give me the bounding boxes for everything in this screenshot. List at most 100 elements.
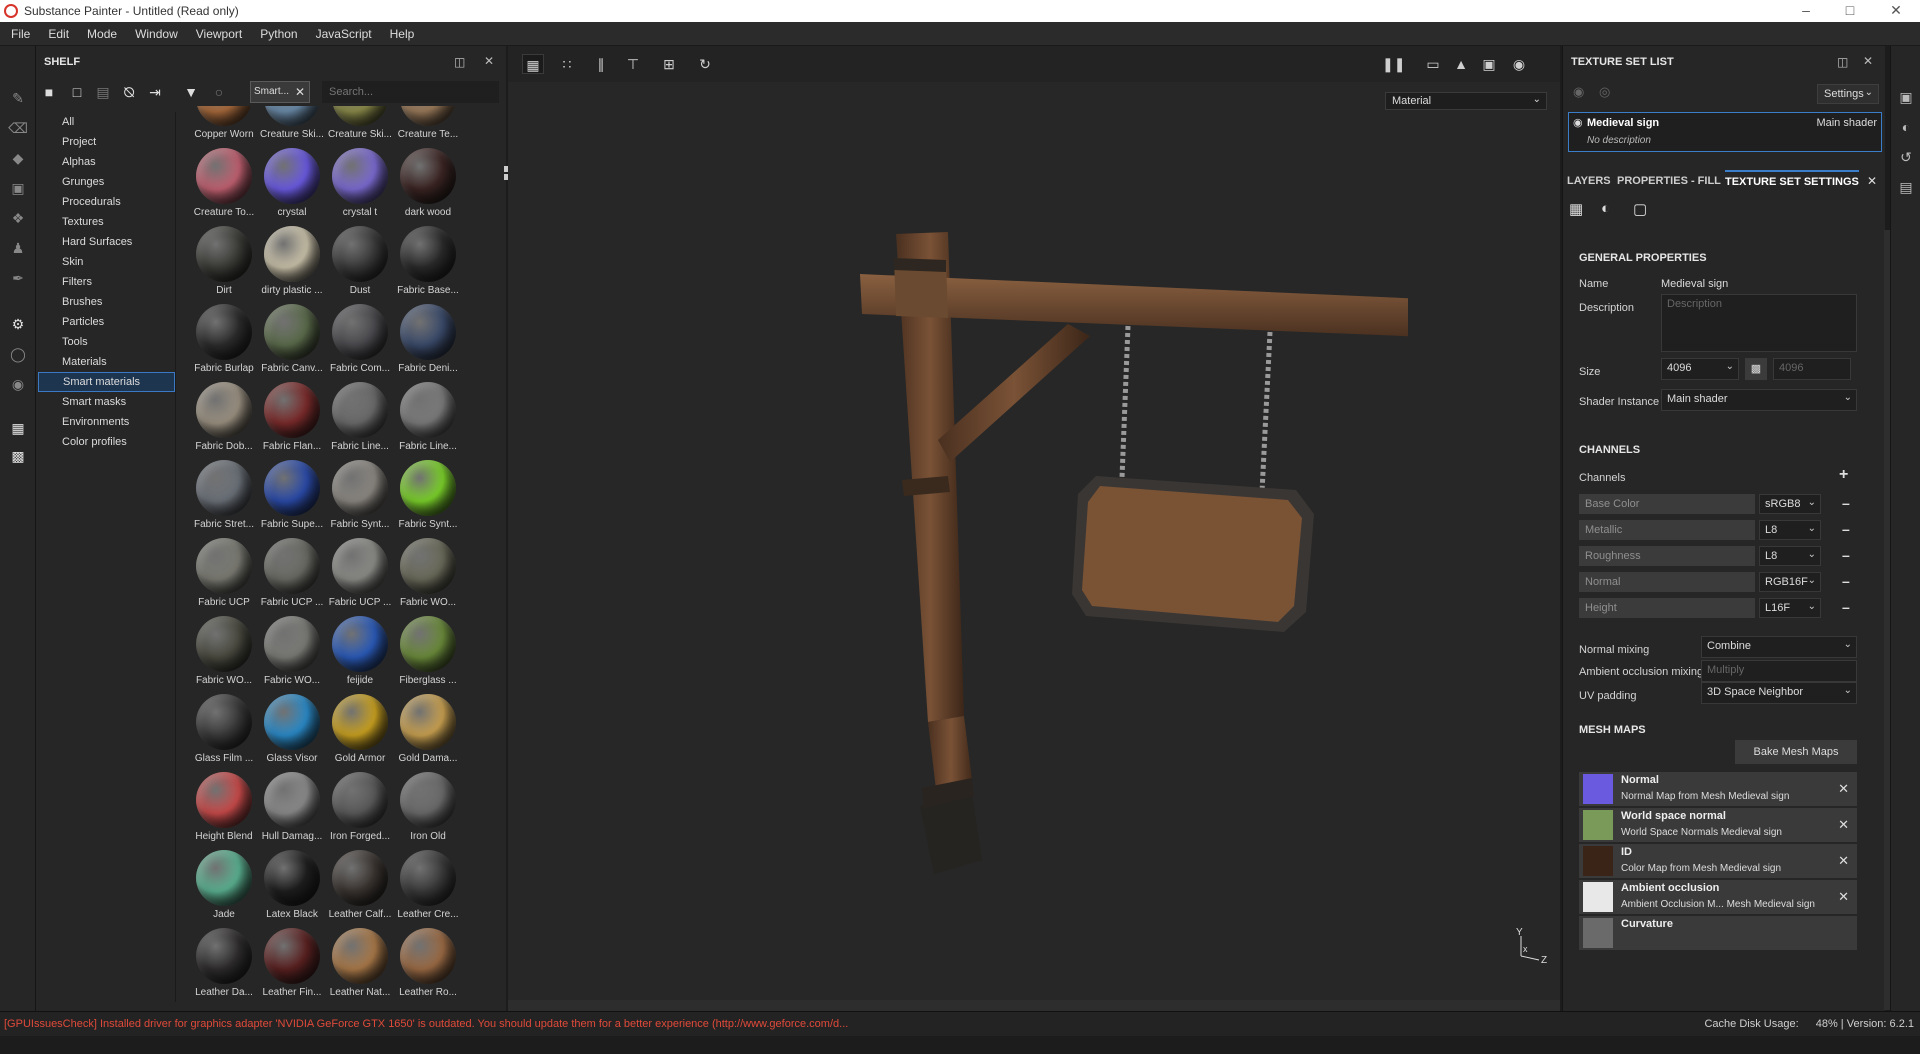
ao-mixing-field[interactable]: Multiply xyxy=(1701,660,1857,682)
symmetry-grid-icon[interactable]: ▦ xyxy=(522,54,544,74)
mesh-map-item[interactable]: ID Color Map from Mesh Medieval sign ✕ xyxy=(1579,844,1857,878)
history-icon[interactable]: ↺ xyxy=(1897,148,1915,166)
material-thumbnail[interactable]: Latex Black xyxy=(258,850,326,920)
material-thumbnail[interactable]: Fabric UCP xyxy=(190,538,258,608)
channel-format-dropdown[interactable]: sRGB8 ⌄ xyxy=(1759,494,1821,514)
tiling-icon[interactable]: ∷ xyxy=(556,54,578,74)
material-thumbnail[interactable]: Glass Film ... xyxy=(190,694,258,764)
tab-texture-set-settings[interactable]: TEXTURE SET SETTINGS xyxy=(1725,170,1859,192)
texture-set-icon[interactable]: ▦ xyxy=(1569,200,1583,218)
uv-icon[interactable]: ▢ xyxy=(1633,200,1647,218)
hide-icon[interactable]: ◉ xyxy=(1573,84,1584,100)
material-thumbnail[interactable]: dark wood xyxy=(394,148,462,218)
close-shelf-icon[interactable]: ✕ xyxy=(484,54,494,68)
material-thumbnail[interactable]: dirty plastic ... xyxy=(258,226,326,296)
material-thumbnail[interactable]: Leather Calf... xyxy=(326,850,394,920)
material-thumbnail[interactable]: Fabric WO... xyxy=(394,538,462,608)
menu-help[interactable]: Help xyxy=(381,22,424,46)
material-thumbnail[interactable]: Fabric Canv... xyxy=(258,304,326,374)
category-item[interactable]: Materials xyxy=(36,352,175,372)
paint-brush-icon[interactable]: ✎ xyxy=(8,88,28,108)
channel-format-dropdown[interactable]: L8 ⌄ xyxy=(1759,546,1821,566)
material-thumbnail[interactable]: Iron Forged... xyxy=(326,772,394,842)
lock-icon[interactable]: ▩ xyxy=(1745,358,1767,380)
close-icon[interactable]: ✕ xyxy=(1886,2,1906,19)
mesh-map-item[interactable]: World space normal World Space Normals Me… xyxy=(1579,808,1857,842)
remove-filter-icon[interactable]: ✕ xyxy=(295,85,305,99)
material-thumbnail[interactable]: Iron Old xyxy=(394,772,462,842)
reset-camera-icon[interactable]: ↻ xyxy=(694,54,716,74)
material-thumbnail[interactable]: feijide xyxy=(326,616,394,686)
category-item[interactable]: Environments xyxy=(36,412,175,432)
close-panel-icon[interactable]: ✕ xyxy=(1863,54,1873,68)
remove-channel-icon[interactable]: – xyxy=(1842,521,1850,537)
material-thumbnail[interactable]: Creature Te... xyxy=(394,106,462,140)
category-item[interactable]: Particles xyxy=(36,312,175,332)
remove-mesh-map-icon[interactable]: ✕ xyxy=(1838,817,1849,833)
remove-mesh-map-icon[interactable]: ✕ xyxy=(1838,781,1849,797)
material-thumbnail[interactable]: Fabric Synt... xyxy=(326,460,394,530)
new-item-icon[interactable]: □ xyxy=(66,82,88,102)
settings-dropdown[interactable]: Settings ⌄ xyxy=(1817,84,1879,104)
screenshot-icon[interactable]: ▩ xyxy=(8,446,28,466)
material-thumbnail[interactable]: Creature Ski... xyxy=(326,106,394,140)
material-thumbnail[interactable]: Copper Worn xyxy=(190,106,258,140)
uv-padding-dropdown[interactable]: 3D Space Neighbor ⌄ xyxy=(1701,682,1857,704)
menu-python[interactable]: Python xyxy=(251,22,306,46)
category-item[interactable]: All xyxy=(36,112,175,132)
eye-icon[interactable]: ◉ xyxy=(1573,116,1583,129)
mesh-map-item[interactable]: Curvature xyxy=(1579,916,1857,950)
viewport-3d[interactable]: ▦ ∷ ∥ ⊤ ⊞ ↻ ❚❚ ▭ ▲ ▣ ◉ Material ⌄ Y x Z xyxy=(508,46,1560,1011)
category-item[interactable]: Grunges xyxy=(36,172,175,192)
shelf-search-input[interactable] xyxy=(322,81,499,103)
material-thumbnail[interactable]: Fabric Line... xyxy=(394,382,462,452)
remove-channel-icon[interactable]: – xyxy=(1842,573,1850,589)
material-thumbnail[interactable]: Fabric Synt... xyxy=(394,460,462,530)
category-item[interactable]: Project xyxy=(36,132,175,152)
shader-instance-dropdown[interactable]: Main shader ⌄ xyxy=(1661,389,1857,411)
sbsar-icon[interactable]: ◉ xyxy=(8,374,28,394)
shelf-settings-icon[interactable]: ▤ xyxy=(92,82,114,102)
status-message[interactable]: [GPUIssuesCheck] Installed driver for gr… xyxy=(4,1018,848,1030)
photoshop-export-icon[interactable]: ▦ xyxy=(8,418,28,438)
material-thumbnail[interactable]: Creature To... xyxy=(190,148,258,218)
material-thumbnail[interactable]: Leather Ro... xyxy=(394,928,462,998)
projection-icon[interactable]: ◆ xyxy=(8,148,28,168)
category-item[interactable]: Brushes xyxy=(36,292,175,312)
refresh-icon[interactable]: ○ xyxy=(208,82,230,102)
category-item[interactable]: Procedurals xyxy=(36,192,175,212)
fit-view-icon[interactable]: ⊞ xyxy=(658,54,680,74)
polygon-fill-icon[interactable]: ▣ xyxy=(8,178,28,198)
float-panel-icon[interactable]: ◫ xyxy=(454,55,465,69)
material-thumbnail[interactable]: Hull Damag... xyxy=(258,772,326,842)
category-item[interactable]: Tools xyxy=(36,332,175,352)
menu-mode[interactable]: Mode xyxy=(78,22,126,46)
remove-mesh-map-icon[interactable]: ✕ xyxy=(1838,853,1849,869)
menu-javascript[interactable]: JavaScript xyxy=(307,22,381,46)
mirror-x-icon[interactable]: ∥ xyxy=(590,54,612,74)
mesh-map-item[interactable]: Normal Normal Map from Mesh Medieval sign… xyxy=(1579,772,1857,806)
material-thumbnail[interactable]: Height Blend xyxy=(190,772,258,842)
eraser-icon[interactable]: ⌫ xyxy=(8,118,28,138)
material-thumbnail[interactable]: Fabric UCP ... xyxy=(326,538,394,608)
material-thumbnail[interactable]: Fabric Base... xyxy=(394,226,462,296)
remove-channel-icon[interactable]: – xyxy=(1842,599,1850,615)
iray-icon[interactable]: ◯ xyxy=(8,344,28,364)
menu-edit[interactable]: Edit xyxy=(39,22,78,46)
pause-render-icon[interactable]: ❚❚ xyxy=(1382,54,1405,74)
viewport-mode-dropdown[interactable]: Material ⌄ xyxy=(1385,92,1547,110)
material-thumbnail[interactable]: Fabric Stret... xyxy=(190,460,258,530)
display-settings-icon[interactable]: ◐ xyxy=(1897,118,1915,136)
remove-channel-icon[interactable]: – xyxy=(1842,495,1850,511)
float-panel-icon[interactable]: ◫ xyxy=(1837,55,1848,69)
bake-mesh-maps-button[interactable]: Bake Mesh Maps xyxy=(1735,740,1857,764)
channel-format-dropdown[interactable]: L8 ⌄ xyxy=(1759,520,1821,540)
view-3d-icon[interactable]: ▲ xyxy=(1450,54,1472,74)
screenshot-camera-icon[interactable]: ◉ xyxy=(1508,54,1530,74)
view-2d-icon[interactable]: ▭ xyxy=(1422,54,1444,74)
material-thumbnail[interactable]: crystal t xyxy=(326,148,394,218)
material-thumbnail[interactable]: Leather Fin... xyxy=(258,928,326,998)
bake-icon[interactable]: ⚙ xyxy=(8,314,28,334)
material-thumbnail[interactable]: Fabric Deni... xyxy=(394,304,462,374)
add-channel-icon[interactable]: + xyxy=(1839,466,1848,484)
